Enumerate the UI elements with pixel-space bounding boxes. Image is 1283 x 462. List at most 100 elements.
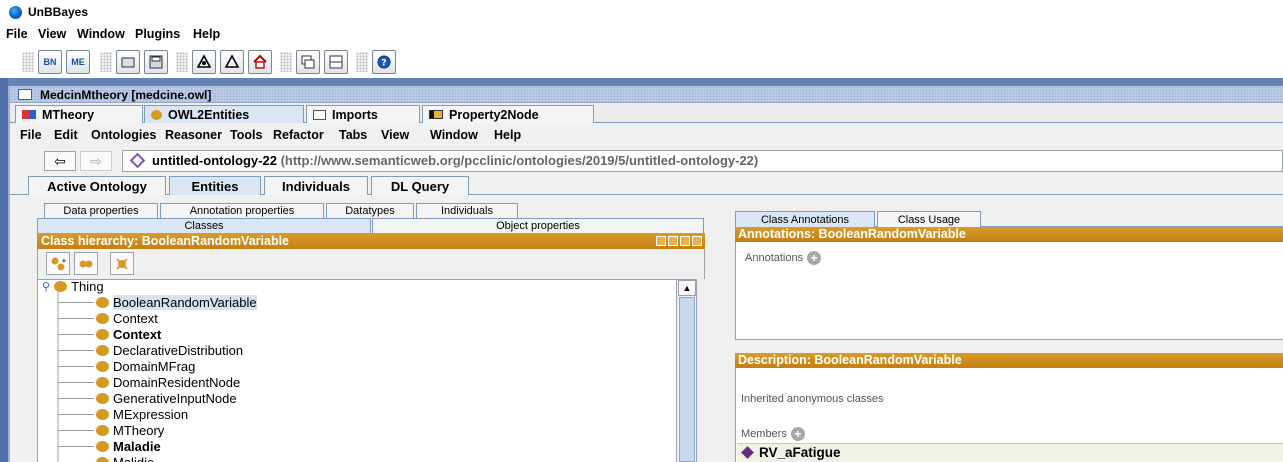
tree-node-root[interactable]: ⚲ Thing [42,279,104,294]
protege-menu-tabs[interactable]: Tabs [339,128,367,142]
tree-node[interactable]: DeclarativeDistribution [58,342,243,358]
tab-individuals[interactable]: Individuals [264,176,368,195]
save-icon[interactable] [144,50,168,74]
split-view-icon[interactable] [668,236,678,246]
tree-connector [58,430,94,431]
tab-class-usage[interactable]: Class Usage [877,211,981,227]
tree-node[interactable]: DomainMFrag [58,358,195,374]
help-icon[interactable]: ? [372,50,396,74]
menu-file[interactable]: File [6,27,28,41]
property-node-icon [429,110,443,119]
toolbar-grip[interactable] [22,52,34,72]
bn-icon[interactable]: BN [38,50,62,74]
forward-arrow-icon[interactable]: ⇨ [80,151,112,171]
protege-menu-reasoner[interactable]: Reasoner [165,128,222,142]
add-annotation-icon[interactable]: + [807,251,822,265]
inherited-anonymous-classes-label: Inherited anonymous classes [741,393,884,405]
toolbar-grip[interactable] [280,52,292,72]
delete-class-icon[interactable] [110,252,134,275]
tree-node[interactable]: BooleanRandomVariable [58,294,257,310]
add-sibling-icon[interactable] [74,252,98,275]
protege-menu-help[interactable]: Help [494,128,521,142]
tree-connector [58,414,94,415]
tree-node[interactable]: GenerativeInputNode [58,390,237,406]
tab-entities[interactable]: Entities [169,176,261,195]
toolbar-grip[interactable] [100,52,112,72]
subtab-annotation-properties[interactable]: Annotation properties [160,203,324,218]
menu-plugins[interactable]: Plugins [135,27,180,41]
close-view-icon[interactable] [692,236,702,246]
expand-handle-icon[interactable]: ⚲ [42,280,50,293]
protege-menu-refactor[interactable]: Refactor [273,128,324,142]
tree-node[interactable]: Maladie [58,438,161,454]
class-hierarchy-toolbar: + [37,249,705,279]
member-name[interactable]: RV_aFatigue [759,445,841,460]
tree-node[interactable]: MTheory [58,422,164,438]
subtab-data-properties[interactable]: Data properties [44,203,158,218]
scroll-up-arrow-icon[interactable]: ▲ [678,280,696,296]
active-ontology-label: untitled-ontology-22 (http://www.semanti… [152,153,758,168]
tree-connector [58,302,94,303]
app-toolbar: BN ME ? [8,44,1283,78]
tab-dl-query[interactable]: DL Query [371,176,469,195]
frame-window-icon [18,89,32,100]
menu-window[interactable]: Window [77,27,125,41]
description-header: Description: BooleanRandomVariable [735,353,1283,368]
subtab-datatypes[interactable]: Datatypes [326,203,414,218]
tree-node[interactable]: MExpression [58,406,188,422]
view-control-buttons [656,236,702,246]
tab-mtheory[interactable]: MTheory [15,105,143,123]
class-hierarchy-tree[interactable]: ⚲ Thing BooleanRandomVariable Context Cont… [37,279,677,462]
unbbayes-logo-icon [9,6,22,19]
cascade-icon[interactable] [296,50,320,74]
plugin-tab-bar: MTheory OWL2Entities Imports Property2No… [10,104,1283,123]
tab-active-ontology[interactable]: Active Ontology [28,176,166,195]
tab-owl2entities[interactable]: OWL2Entities [144,105,304,123]
scrollbar-thumb[interactable] [679,297,695,462]
class-dot-icon [96,440,109,452]
tab-label: Imports [332,107,378,122]
workspace-tab-bar: Active Ontology Entities Individuals DL … [10,175,1283,195]
tan-icon[interactable] [220,50,244,74]
tree-node-label: GenerativeInputNode [113,390,237,406]
class-dot-icon [96,408,109,420]
tree-node-label: Thing [71,279,104,294]
right-tab-bar: Class Annotations Class Usage [735,210,1283,227]
class-dot-icon [96,376,109,388]
learning-icon[interactable] [192,50,216,74]
protege-menu-edit[interactable]: Edit [54,128,78,142]
protege-menu-view[interactable]: View [381,128,409,142]
tile-icon[interactable] [324,50,348,74]
float-view-icon[interactable] [680,236,690,246]
menu-view[interactable]: View [38,27,66,41]
tree-node[interactable]: DomainResidentNode [58,374,240,390]
home-icon[interactable] [248,50,272,74]
tree-node[interactable]: Malidie [96,454,154,462]
class-dot-icon [96,392,109,404]
class-dot-icon [96,328,109,340]
protege-menu-tools[interactable]: Tools [230,128,262,142]
protege-menu-ontologies[interactable]: Ontologies [91,128,156,142]
protege-menu-window[interactable]: Window [430,128,478,142]
protege-menubar: File Edit Ontologies Reasoner Tools Refa… [10,124,1283,146]
owl-dot-icon [151,109,162,120]
tab-class-annotations[interactable]: Class Annotations [735,211,875,227]
subtab-classes[interactable]: Classes [37,218,371,233]
add-subclass-icon[interactable]: + [46,252,70,275]
toolbar-grip[interactable] [356,52,368,72]
mebn-icon[interactable]: ME [66,50,90,74]
back-arrow-icon[interactable]: ⇦ [44,151,76,171]
tab-imports[interactable]: Imports [306,105,420,123]
add-member-icon[interactable]: + [790,427,805,441]
tree-node[interactable]: Context [58,310,158,326]
protege-menu-file[interactable]: File [20,128,42,142]
open-icon[interactable] [116,50,140,74]
menu-help[interactable]: Help [193,27,220,41]
subtab-object-properties[interactable]: Object properties [372,218,704,233]
tab-property2node[interactable]: Property2Node [422,105,594,123]
pin-view-icon[interactable] [656,236,666,246]
tree-connector [58,382,94,383]
subtab-individuals[interactable]: Individuals [416,203,518,218]
toolbar-grip[interactable] [176,52,188,72]
tree-node[interactable]: Context [58,326,161,342]
